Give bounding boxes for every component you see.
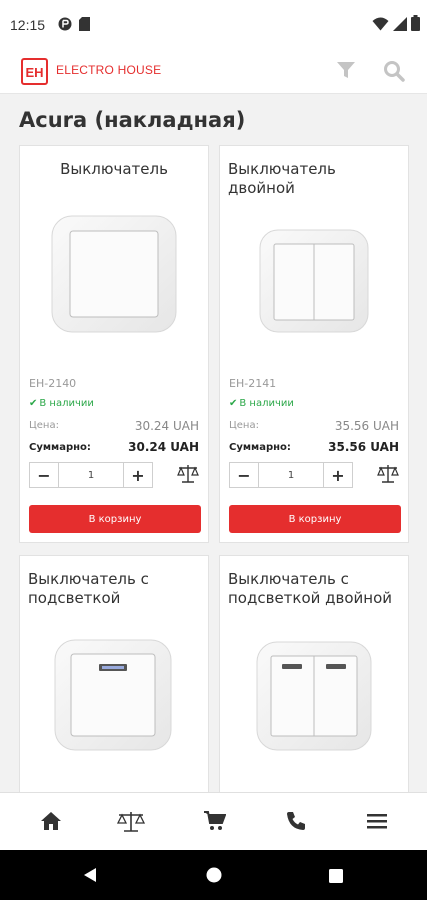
product-card[interactable]: Выключатель EH-2140 ✔ В наличии Цена: 30.… bbox=[19, 145, 209, 543]
compare-icon[interactable] bbox=[177, 464, 199, 488]
compare-icon[interactable] bbox=[116, 811, 146, 837]
brand-name[interactable]: ELECTRO HOUSE bbox=[56, 63, 161, 77]
product-card[interactable]: Выключатель двойной EH-2141 ✔ В наличии Ц… bbox=[219, 145, 409, 543]
signal-icon bbox=[393, 16, 407, 35]
check-icon: ✔ bbox=[29, 398, 38, 409]
back-icon[interactable] bbox=[83, 867, 97, 887]
home-icon[interactable] bbox=[40, 811, 62, 835]
product-title[interactable]: Выключатель bbox=[20, 160, 208, 179]
stock-label: В наличии bbox=[39, 398, 94, 409]
page-title: Acura (накладная) bbox=[19, 108, 246, 132]
quantity-stepper: − 1 + bbox=[229, 462, 353, 488]
product-sku: EH-2141 bbox=[229, 377, 277, 390]
bottom-nav bbox=[0, 792, 427, 850]
menu-icon[interactable] bbox=[366, 811, 388, 835]
wifi-icon bbox=[372, 16, 389, 35]
check-icon: ✔ bbox=[229, 398, 238, 409]
product-card[interactable]: Выключатель с подсветкой двойной bbox=[219, 555, 409, 800]
total-value: 35.56 UAH bbox=[328, 440, 399, 454]
product-sku: EH-2140 bbox=[29, 377, 77, 390]
add-to-cart-button[interactable]: В корзину bbox=[29, 505, 201, 533]
quantity-stepper: − 1 + bbox=[29, 462, 153, 488]
product-image[interactable] bbox=[255, 640, 373, 756]
stock-status: ✔ В наличии bbox=[29, 398, 94, 409]
increase-button[interactable]: + bbox=[123, 463, 152, 487]
recents-icon[interactable] bbox=[329, 868, 343, 887]
system-nav-bar bbox=[0, 850, 427, 900]
stock-status: ✔ В наличии bbox=[229, 398, 294, 409]
stock-label: В наличии bbox=[239, 398, 294, 409]
price-label: Цена: bbox=[229, 420, 259, 431]
product-card[interactable]: Выключатель с подсветкой bbox=[19, 555, 209, 800]
product-title[interactable]: Выключатель с подсветкой bbox=[28, 570, 198, 608]
product-title[interactable]: Выключатель двойной bbox=[228, 160, 368, 198]
app-header: EH ELECTRO HOUSE bbox=[0, 48, 427, 94]
product-image[interactable] bbox=[258, 228, 370, 338]
product-image[interactable] bbox=[50, 214, 178, 338]
battery-icon bbox=[411, 15, 420, 35]
increase-button[interactable]: + bbox=[323, 463, 352, 487]
logo-icon[interactable]: EH bbox=[21, 58, 48, 85]
status-time: 12:15 bbox=[10, 17, 46, 33]
product-title[interactable]: Выключатель с подсветкой двойной bbox=[228, 570, 404, 608]
cart-icon[interactable] bbox=[204, 811, 227, 835]
total-label: Суммарно: bbox=[29, 442, 91, 453]
quantity-input[interactable]: 1 bbox=[259, 463, 323, 487]
compare-icon[interactable] bbox=[377, 464, 399, 488]
total-value: 30.24 UAH bbox=[128, 440, 199, 454]
search-icon[interactable] bbox=[383, 60, 405, 86]
decrease-button[interactable]: − bbox=[230, 463, 259, 487]
price-label: Цена: bbox=[29, 420, 59, 431]
svg-text:EH: EH bbox=[25, 65, 43, 80]
quantity-input[interactable]: 1 bbox=[59, 463, 123, 487]
price-value: 30.24 UAH bbox=[134, 419, 199, 433]
home-circle-icon[interactable] bbox=[206, 867, 222, 887]
decrease-button[interactable]: − bbox=[30, 463, 59, 487]
status-bar: 12:15 bbox=[0, 0, 427, 48]
price-value: 35.56 UAH bbox=[334, 419, 399, 433]
total-label: Суммарно: bbox=[229, 442, 291, 453]
sd-card-icon bbox=[79, 16, 90, 35]
phone-icon[interactable] bbox=[286, 811, 306, 835]
filter-icon[interactable] bbox=[336, 60, 356, 84]
data-saver-icon bbox=[58, 16, 72, 35]
product-image[interactable] bbox=[53, 638, 173, 756]
add-to-cart-button[interactable]: В корзину bbox=[229, 505, 401, 533]
